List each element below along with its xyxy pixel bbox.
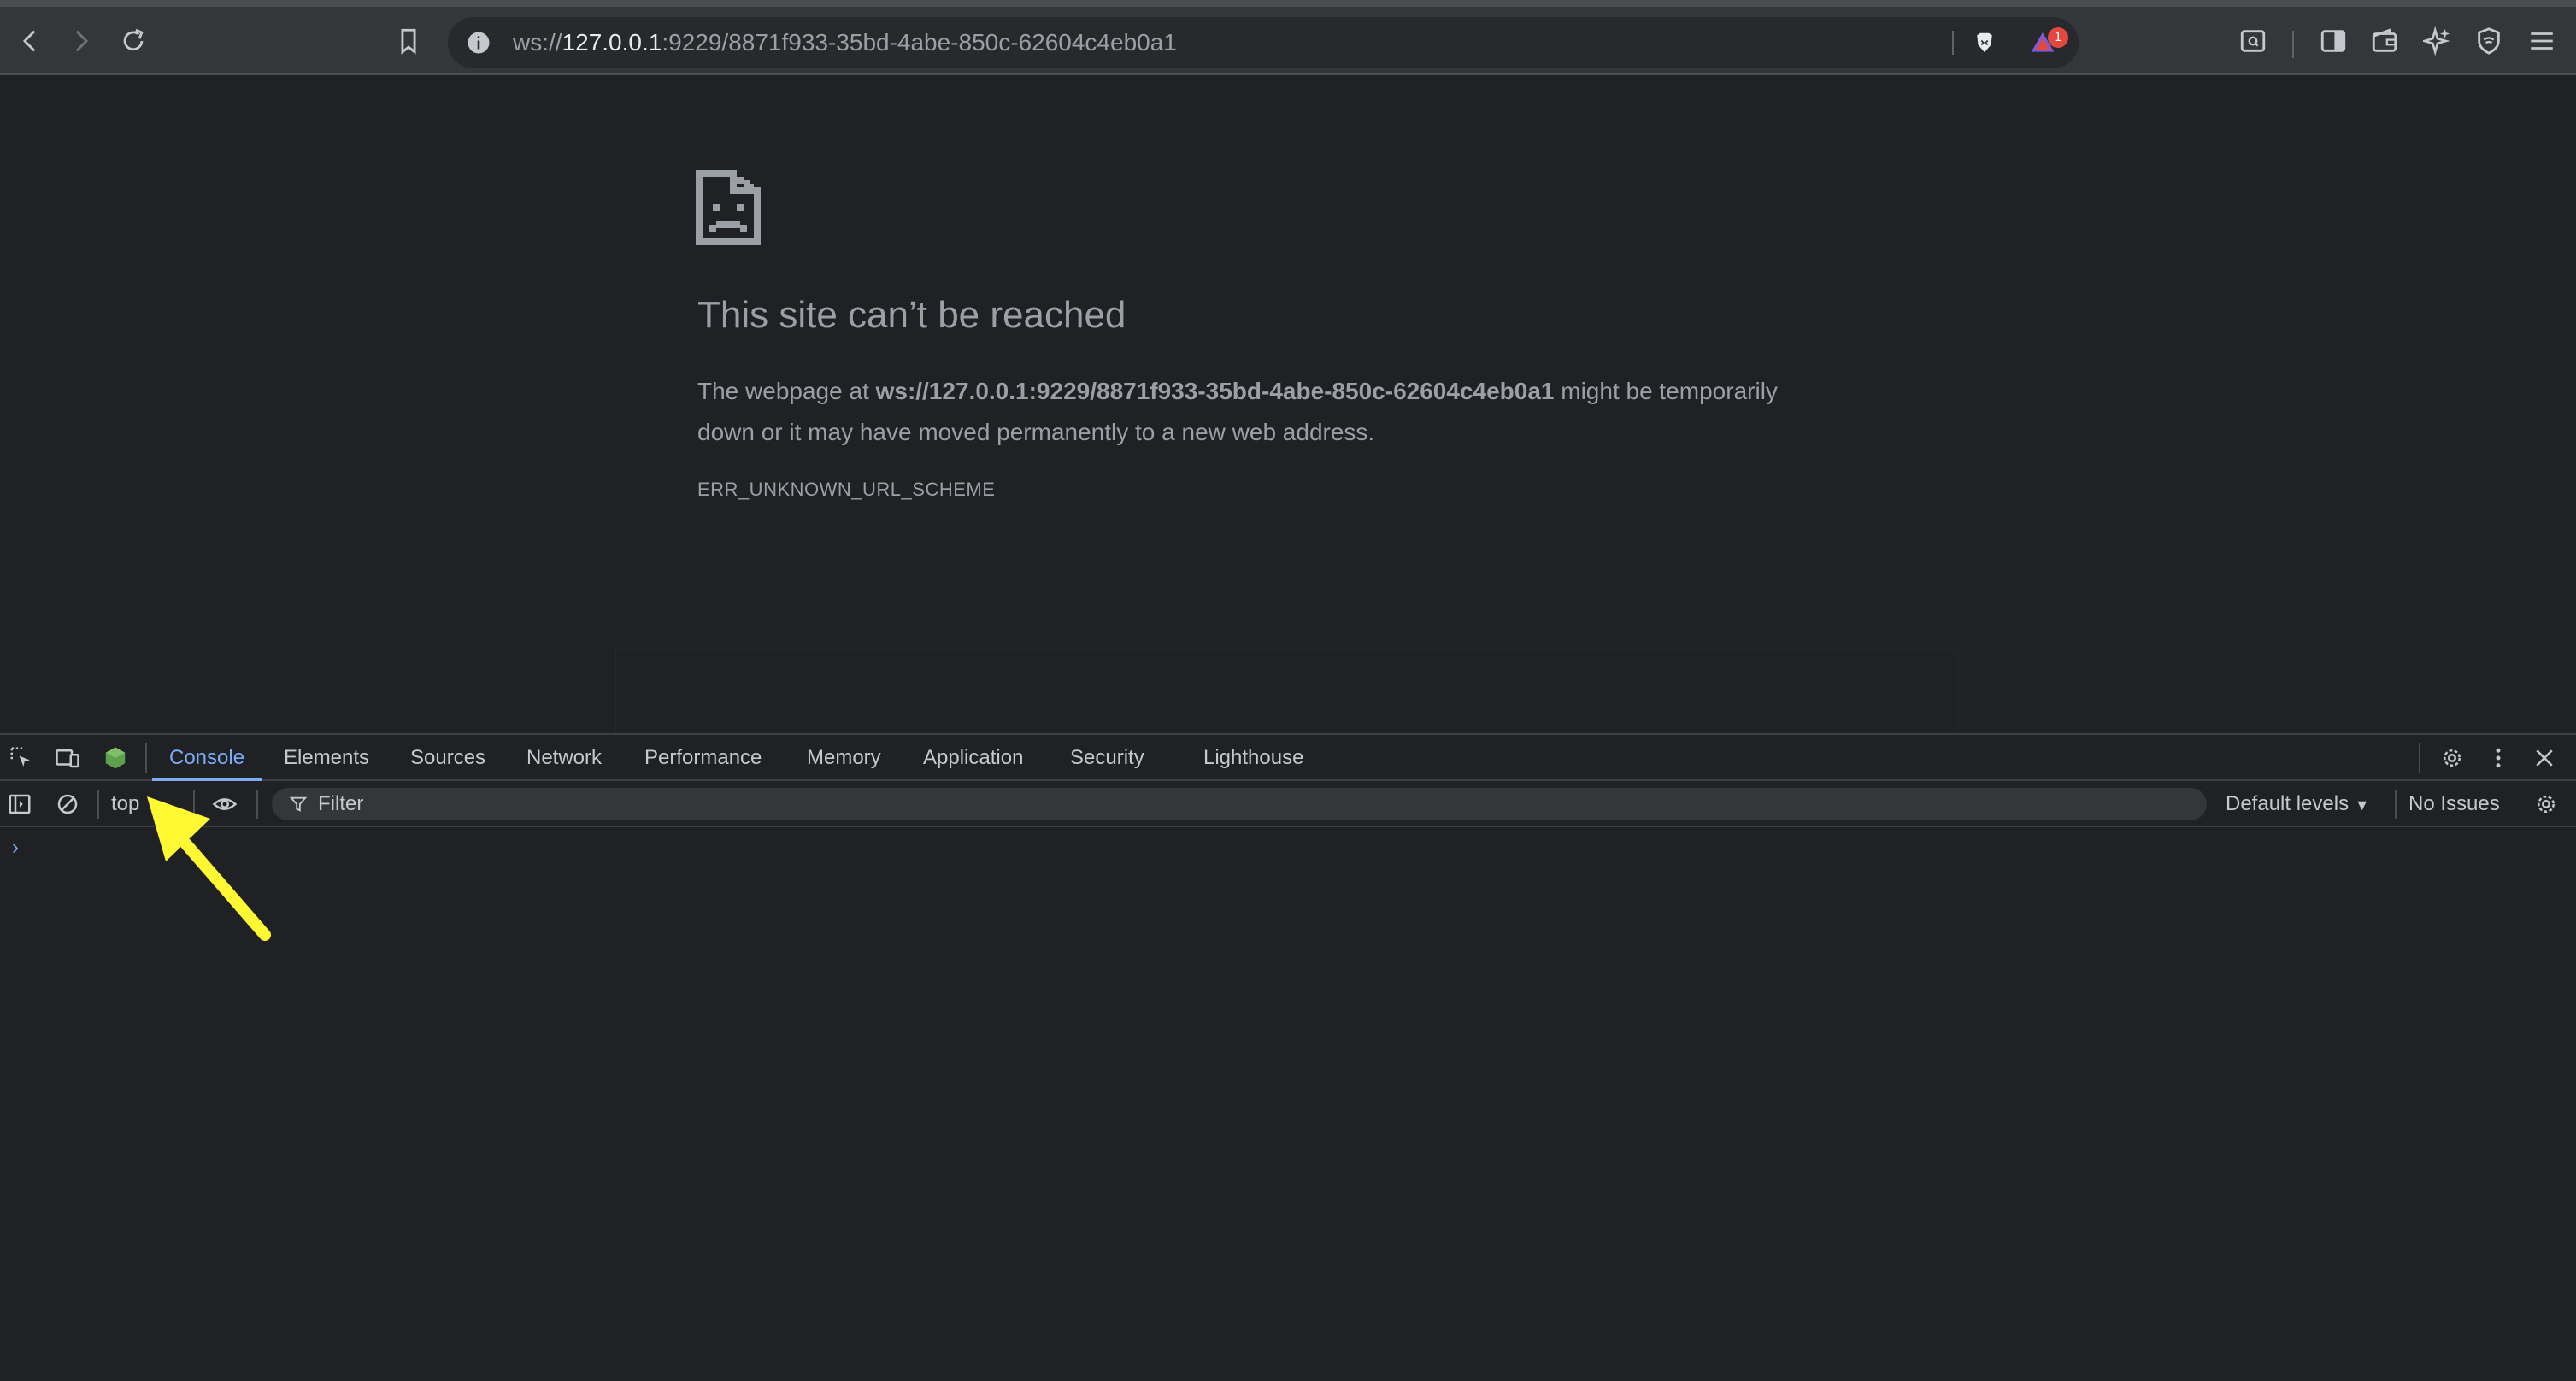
console-bar-divider-4	[2395, 790, 2397, 819]
live-expression-eye-icon[interactable]	[210, 790, 239, 819]
tab-network[interactable]: Network	[509, 735, 619, 781]
wallet-button[interactable]	[2362, 19, 2407, 63]
site-info-icon[interactable]	[460, 24, 497, 62]
page-frame-outline	[615, 649, 1959, 734]
tab-elements[interactable]: Elements	[267, 735, 386, 781]
context-selector[interactable]: top	[111, 790, 139, 819]
error-title: This site can’t be reached	[697, 294, 1126, 336]
leo-ai-button[interactable]	[2415, 19, 2460, 63]
screen-search-icon	[2240, 30, 2266, 52]
console-bar-divider-2	[193, 790, 195, 819]
error-message-lead: The webpage at	[697, 378, 876, 404]
url-text[interactable]: ws://127.0.0.1:9229/8871f933-35bd-4abe-8…	[513, 17, 1177, 68]
error-message: The webpage at ws://127.0.0.1:9229/8871f…	[697, 371, 1800, 453]
tab-memory[interactable]: Memory	[790, 735, 898, 781]
forward-button[interactable]	[58, 19, 103, 63]
dropdown-caret-icon: ▼	[2354, 796, 2370, 814]
console-bar-divider-3	[256, 790, 258, 819]
forward-icon	[75, 30, 89, 52]
url-host: 127.0.0.1	[562, 29, 662, 56]
sad-document-icon	[696, 170, 761, 245]
tab-performance[interactable]: Performance	[627, 735, 779, 781]
omnibox-divider	[1952, 31, 1954, 55]
more-options-icon[interactable]	[2484, 743, 2513, 773]
error-code: ERR_UNKNOWN_URL_SCHEME	[697, 479, 996, 500]
brave-shields-icon[interactable]	[1966, 24, 2003, 62]
devtools-panel: Console Elements Sources Network Perform…	[0, 733, 2576, 1381]
devtools-settings-icon[interactable]	[2438, 743, 2467, 773]
main-menu-button[interactable]	[2520, 19, 2564, 63]
clear-console-icon[interactable]	[53, 790, 82, 819]
sidebar-toggle-button[interactable]	[2311, 19, 2355, 63]
browser-toolbar: ws://127.0.0.1:9229/8871f933-35bd-4abe-8…	[0, 0, 2576, 75]
console-sidebar-icon[interactable]	[5, 790, 34, 819]
console-settings-icon[interactable]	[2532, 790, 2561, 819]
sidebar-icon	[2320, 30, 2346, 52]
reload-icon	[123, 28, 144, 51]
console-prompt[interactable]: ›	[12, 836, 19, 860]
bookmark-button[interactable]	[386, 19, 431, 63]
devtools-tab-bar: Console Elements Sources Network Perform…	[0, 735, 2576, 781]
tab-bar-right-divider	[2419, 743, 2420, 773]
page-content: This site can’t be reached The webpage a…	[0, 75, 2576, 734]
tab-application[interactable]: Application	[906, 735, 1040, 781]
back-icon	[22, 30, 36, 52]
url-path: :9229/8871f933-35bd-4abe-850c-62604c4eb0…	[662, 29, 1177, 56]
hamburger-icon	[2531, 32, 2553, 50]
filter-funnel-icon	[289, 796, 308, 812]
wallet-icon	[2372, 28, 2397, 52]
tab-console[interactable]: Console	[152, 735, 262, 781]
tab-lighthouse[interactable]: Lighthouse	[1186, 735, 1320, 781]
address-bar[interactable]: ws://127.0.0.1:9229/8871f933-35bd-4abe-8…	[448, 17, 2079, 68]
console-toolbar: top Filter Default levels ▼ No Issues	[0, 781, 2576, 827]
vpn-button[interactable]	[2467, 19, 2511, 63]
vpn-shield-icon	[2478, 27, 2500, 55]
filter-placeholder: Filter	[318, 792, 364, 815]
back-button[interactable]	[9, 19, 53, 63]
issues-counter[interactable]: No Issues	[2408, 781, 2500, 827]
tab-sources[interactable]: Sources	[393, 735, 503, 781]
close-devtools-icon[interactable]	[2530, 743, 2559, 773]
console-bar-divider	[97, 790, 99, 819]
reload-button[interactable]	[111, 19, 156, 63]
toolbar-divider	[2292, 31, 2294, 58]
console-filter-input[interactable]: Filter	[272, 788, 2207, 820]
error-message-url: ws://127.0.0.1:9229/8871f933-35bd-4abe-8…	[875, 378, 1555, 404]
tab-security[interactable]: Security	[1053, 735, 1162, 781]
log-levels-dropdown[interactable]: Default levels ▼	[2226, 781, 2370, 827]
tab-bar-divider	[145, 743, 147, 773]
node-devtools-icon[interactable]	[101, 743, 130, 773]
notification-badge: 1	[2048, 27, 2068, 48]
bookmark-icon	[401, 28, 416, 55]
log-levels-label: Default levels	[2226, 792, 2350, 815]
screenshot-search-button[interactable]	[2231, 19, 2275, 63]
url-scheme: ws://	[513, 29, 562, 56]
device-toolbar-icon[interactable]	[53, 743, 82, 773]
sparkle-icon	[2423, 26, 2450, 56]
inspect-element-icon[interactable]	[7, 743, 36, 773]
